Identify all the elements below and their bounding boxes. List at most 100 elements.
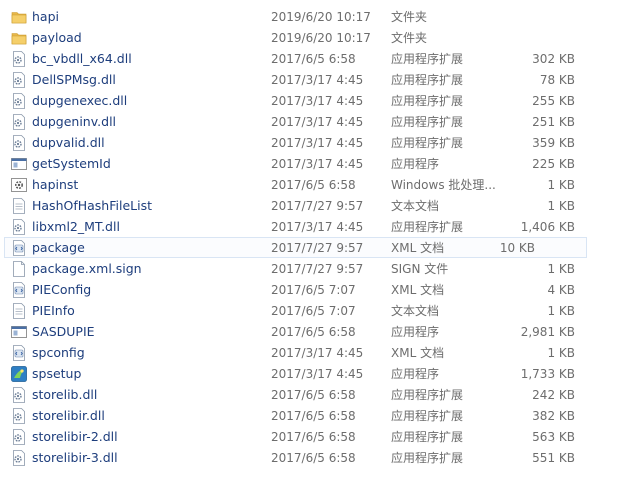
file-size: 10 KB [499, 241, 535, 255]
file-date-modified: 2017/6/5 6:58 [271, 388, 356, 402]
file-size: 225 KB [532, 157, 575, 171]
file-size: 382 KB [532, 409, 575, 423]
dll-icon [11, 114, 27, 130]
file-size: 1,733 KB [520, 367, 575, 381]
text-file-icon [11, 198, 27, 214]
file-date-modified: 2017/6/5 6:58 [271, 325, 356, 339]
file-date-modified: 2019/6/20 10:17 [271, 10, 371, 24]
file-row[interactable]: spsetup 2017/3/17 4:45 应用程序 1,733 KB [0, 363, 632, 384]
file-date-modified: 2017/3/17 4:45 [271, 115, 364, 129]
file-name: package [32, 240, 85, 255]
file-name: SASDUPIE [32, 324, 95, 339]
file-row[interactable]: storelibir-3.dll 2017/6/5 6:58 应用程序扩展 551 K… [0, 447, 632, 468]
exe-icon [11, 324, 27, 340]
file-row[interactable]: storelib.dll 2017/6/5 6:58 应用程序扩展 242 KB [0, 384, 632, 405]
file-row[interactable]: HashOfHashFileList 2017/7/27 9:57 文本文档 1 KB [0, 195, 632, 216]
file-date-modified: 2017/3/17 4:45 [271, 136, 364, 150]
file-row[interactable]: hapinst 2017/6/5 6:58 Windows 批处理... 1 KB [0, 174, 632, 195]
xml-icon [11, 345, 27, 361]
dll-icon [11, 93, 27, 109]
file-size: 1 KB [547, 199, 575, 213]
file-name: PIEConfig [32, 282, 92, 297]
file-row[interactable]: bc_vbdll_x64.dll 2017/6/5 6:58 应用程序扩展 302 K… [0, 48, 632, 69]
file-row[interactable]: dupgenexec.dll 2017/3/17 4:45 应用程序扩展 255 KB [0, 90, 632, 111]
file-row[interactable]: storelibir-2.dll 2017/6/5 6:58 应用程序扩展 563 K… [0, 426, 632, 447]
file-name: libxml2_MT.dll [32, 219, 120, 234]
file-date-modified: 2017/6/5 6:58 [271, 409, 356, 423]
file-date-modified: 2017/6/5 6:58 [271, 178, 356, 192]
file-row[interactable]: storelibir.dll 2017/6/5 6:58 应用程序扩展 382 KB [0, 405, 632, 426]
file-size: 251 KB [532, 115, 575, 129]
file-name: dupgeninv.dll [32, 114, 117, 129]
file-name: payload [32, 30, 82, 45]
file-row[interactable]: libxml2_MT.dll 2017/3/17 4:45 应用程序扩展 1,406 … [0, 216, 632, 237]
file-date-modified: 2017/3/17 4:45 [271, 220, 364, 234]
file-size: 1 KB [547, 178, 575, 192]
file-name: dupgenexec.dll [32, 93, 128, 108]
file-row[interactable]: PIEInfo 2017/6/5 7:07 文本文档 1 KB [0, 300, 632, 321]
file-row[interactable]: SASDUPIE 2017/6/5 6:58 应用程序 2,981 KB [0, 321, 632, 342]
setup-icon [11, 366, 27, 382]
file-name: package.xml.sign [32, 261, 142, 276]
file-size: 255 KB [532, 94, 575, 108]
file-type: 应用程序 [391, 367, 440, 381]
file-name: bc_vbdll_x64.dll [32, 51, 132, 66]
file-row[interactable]: spconfig 2017/3/17 4:45 XML 文档 1 KB [0, 342, 632, 363]
file-type: 应用程序扩展 [391, 115, 464, 129]
file-type: 文本文档 [391, 304, 440, 318]
file-name: getSystemId [32, 156, 111, 171]
file-date-modified: 2017/7/27 9:57 [271, 262, 364, 276]
file-name: PIEInfo [32, 303, 75, 318]
dll-icon [11, 72, 27, 88]
file-row[interactable]: dupgeninv.dll 2017/3/17 4:45 应用程序扩展 251 KB [0, 111, 632, 132]
file-type: 应用程序扩展 [391, 94, 464, 108]
file-type: 应用程序扩展 [391, 451, 464, 465]
blank-file-icon [11, 261, 27, 277]
file-name: spsetup [32, 366, 82, 381]
file-name: storelibir-2.dll [32, 429, 118, 444]
file-type: 文本文档 [391, 199, 440, 213]
file-size: 563 KB [532, 430, 575, 444]
dll-icon [11, 387, 27, 403]
xml-icon [11, 240, 27, 256]
dll-icon [11, 429, 27, 445]
file-date-modified: 2017/3/17 4:45 [271, 73, 364, 87]
file-type: XML 文档 [391, 241, 445, 255]
dll-icon [11, 450, 27, 466]
file-size: 2,981 KB [520, 325, 575, 339]
file-type: 应用程序扩展 [391, 388, 464, 402]
file-size: 1,406 KB [520, 220, 575, 234]
file-date-modified: 2017/6/5 6:58 [271, 430, 356, 444]
file-row[interactable]: payload 2019/6/20 10:17 文件夹 [0, 27, 632, 48]
file-type: 应用程序 [391, 325, 440, 339]
file-size: 1 KB [547, 346, 575, 360]
file-row[interactable]: hapi 2019/6/20 10:17 文件夹 [0, 6, 632, 27]
file-type: 文件夹 [391, 31, 428, 45]
file-name: hapinst [32, 177, 79, 192]
file-row[interactable]: dupvalid.dll 2017/3/17 4:45 应用程序扩展 359 KB [0, 132, 632, 153]
file-row[interactable]: PIEConfig 2017/6/5 7:07 XML 文档 4 KB [0, 279, 632, 300]
file-date-modified: 2017/6/5 6:58 [271, 451, 356, 465]
file-row[interactable]: getSystemId 2017/3/17 4:45 应用程序 225 KB [0, 153, 632, 174]
dll-icon [11, 219, 27, 235]
file-date-modified: 2017/3/17 4:45 [271, 157, 364, 171]
file-date-modified: 2017/6/5 7:07 [271, 304, 356, 318]
exe-icon [11, 156, 27, 172]
file-size: 1 KB [547, 304, 575, 318]
file-type: 应用程序 [391, 157, 440, 171]
file-size: 302 KB [532, 52, 575, 66]
file-row[interactable]: package.xml.sign 2017/7/27 9:57 SIGN 文件 1 K… [0, 258, 632, 279]
file-row[interactable]: DellSPMsg.dll 2017/3/17 4:45 应用程序扩展 78 KB [0, 69, 632, 90]
file-type: XML 文档 [391, 346, 445, 360]
dll-icon [11, 408, 27, 424]
file-date-modified: 2017/6/5 6:58 [271, 52, 356, 66]
file-row[interactable]: package 2017/7/27 9:57 XML 文档 10 KB [4, 237, 587, 258]
file-type: Windows 批处理... [391, 178, 496, 192]
file-name: spconfig [32, 345, 85, 360]
file-type: 应用程序扩展 [391, 409, 464, 423]
file-type: 应用程序扩展 [391, 136, 464, 150]
xml-icon [11, 282, 27, 298]
file-size: 359 KB [532, 136, 575, 150]
file-size: 4 KB [547, 283, 575, 297]
file-date-modified: 2017/7/27 9:57 [271, 241, 364, 255]
